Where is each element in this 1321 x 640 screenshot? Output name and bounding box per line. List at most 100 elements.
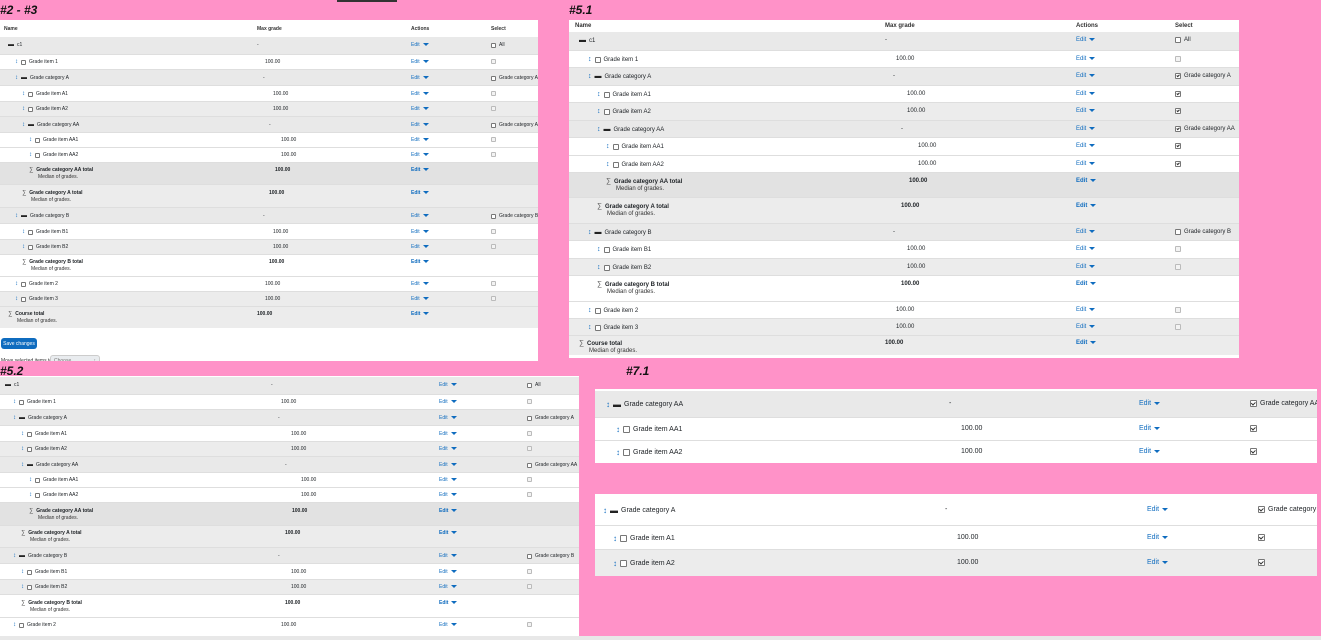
select-checkbox[interactable]: All: [527, 382, 541, 388]
edit-menu-button[interactable]: Edit: [439, 569, 457, 575]
select-checkbox[interactable]: [1258, 534, 1265, 541]
edit-menu-button[interactable]: Edit: [439, 415, 457, 421]
edit-menu-button[interactable]: Edit: [411, 91, 429, 97]
select-checkbox[interactable]: [1250, 425, 1257, 432]
select-checkbox[interactable]: [1175, 108, 1181, 114]
select-checkbox[interactable]: [1258, 559, 1265, 566]
move-handle-icon[interactable]: ↕: [588, 324, 592, 331]
move-handle-icon[interactable]: ↕: [21, 584, 24, 590]
move-handle-icon[interactable]: ↕: [606, 400, 610, 409]
edit-menu-button[interactable]: Edit: [439, 530, 458, 536]
edit-menu-button[interactable]: Edit: [411, 281, 429, 287]
select-checkbox[interactable]: [491, 91, 496, 96]
move-target-select[interactable]: Choose... ↕: [50, 355, 100, 361]
move-handle-icon[interactable]: ↕: [606, 161, 610, 168]
edit-menu-button[interactable]: Edit: [1139, 400, 1161, 407]
edit-menu-button[interactable]: Edit: [411, 137, 429, 143]
move-handle-icon[interactable]: ↕: [21, 569, 24, 575]
edit-menu-button[interactable]: Edit: [1147, 506, 1169, 513]
move-handle-icon[interactable]: ↕: [597, 108, 601, 115]
select-checkbox[interactable]: [527, 431, 532, 436]
select-checkbox[interactable]: [1175, 143, 1181, 149]
move-handle-icon[interactable]: ↕: [22, 106, 25, 112]
move-handle-icon[interactable]: ↕: [597, 91, 601, 98]
select-checkbox[interactable]: [1175, 161, 1181, 167]
select-checkbox[interactable]: [527, 477, 532, 482]
save-changes-button[interactable]: Save changes: [1, 338, 37, 349]
edit-menu-button[interactable]: Edit: [1139, 425, 1161, 432]
horizontal-scrollbar[interactable]: [0, 636, 1321, 640]
edit-menu-button[interactable]: Edit: [1076, 324, 1096, 330]
move-handle-icon[interactable]: ↕: [588, 229, 592, 236]
edit-menu-button[interactable]: Edit: [1076, 246, 1096, 252]
edit-menu-button[interactable]: Edit: [411, 75, 429, 81]
move-handle-icon[interactable]: ↕: [21, 431, 24, 437]
edit-menu-button[interactable]: Edit: [1076, 281, 1097, 287]
edit-menu-button[interactable]: Edit: [1147, 559, 1169, 566]
edit-menu-button[interactable]: Edit: [439, 584, 457, 590]
edit-menu-button[interactable]: Edit: [411, 229, 429, 235]
move-handle-icon[interactable]: ↕: [15, 281, 18, 287]
move-handle-icon[interactable]: ↕: [15, 59, 18, 65]
edit-menu-button[interactable]: Edit: [439, 399, 457, 405]
move-handle-icon[interactable]: ↕: [15, 213, 18, 219]
edit-menu-button[interactable]: Edit: [1076, 73, 1096, 79]
select-checkbox[interactable]: Grade category B: [1175, 229, 1231, 235]
select-checkbox[interactable]: Grade category A: [491, 75, 538, 81]
edit-menu-button[interactable]: Edit: [411, 244, 429, 250]
edit-menu-button[interactable]: Edit: [439, 462, 457, 468]
edit-menu-button[interactable]: Edit: [1076, 203, 1097, 209]
edit-menu-button[interactable]: Edit: [411, 190, 430, 196]
select-checkbox[interactable]: [1175, 91, 1181, 97]
select-checkbox[interactable]: Grade category A: [1175, 73, 1231, 79]
edit-menu-button[interactable]: Edit: [411, 152, 429, 158]
edit-menu-button[interactable]: Edit: [411, 167, 430, 173]
select-checkbox[interactable]: [491, 244, 496, 249]
edit-menu-button[interactable]: Edit: [1076, 178, 1097, 184]
select-checkbox[interactable]: [491, 229, 496, 234]
edit-menu-button[interactable]: Edit: [439, 446, 457, 452]
edit-menu-button[interactable]: Edit: [411, 311, 430, 317]
move-handle-icon[interactable]: ↕: [597, 246, 601, 253]
edit-menu-button[interactable]: Edit: [1076, 91, 1096, 97]
move-handle-icon[interactable]: ↕: [597, 264, 601, 271]
select-checkbox[interactable]: Grade category A: [527, 415, 574, 421]
select-checkbox[interactable]: [527, 569, 532, 574]
select-checkbox[interactable]: [1175, 307, 1181, 313]
move-handle-icon[interactable]: ↕: [21, 446, 24, 452]
select-checkbox[interactable]: [1175, 246, 1181, 252]
move-handle-icon[interactable]: ↕: [22, 244, 25, 250]
move-handle-icon[interactable]: ↕: [606, 143, 610, 150]
select-checkbox[interactable]: Grade category AA: [1175, 126, 1235, 132]
select-checkbox[interactable]: [527, 492, 532, 497]
select-checkbox[interactable]: Grade category A: [1258, 506, 1317, 513]
move-handle-icon[interactable]: ↕: [588, 73, 592, 80]
edit-menu-button[interactable]: Edit: [1147, 534, 1169, 541]
move-handle-icon[interactable]: ↕: [21, 462, 24, 468]
edit-menu-button[interactable]: Edit: [1076, 307, 1096, 313]
select-checkbox[interactable]: Grade category B: [491, 213, 538, 219]
edit-menu-button[interactable]: Edit: [439, 382, 457, 388]
edit-menu-button[interactable]: Edit: [411, 259, 430, 265]
select-checkbox[interactable]: Grade category AA: [1250, 400, 1317, 407]
select-checkbox[interactable]: All: [491, 42, 505, 48]
edit-menu-button[interactable]: Edit: [439, 553, 457, 559]
move-handle-icon[interactable]: ↕: [13, 622, 16, 628]
select-checkbox[interactable]: Grade category AA: [491, 122, 538, 128]
edit-menu-button[interactable]: Edit: [411, 296, 429, 302]
move-handle-icon[interactable]: ↕: [22, 229, 25, 235]
select-checkbox[interactable]: [1175, 264, 1181, 270]
select-checkbox[interactable]: [1175, 324, 1181, 330]
edit-menu-button[interactable]: Edit: [1076, 229, 1096, 235]
select-checkbox[interactable]: [491, 152, 496, 157]
edit-menu-button[interactable]: Edit: [439, 477, 457, 483]
move-handle-icon[interactable]: ↕: [29, 152, 32, 158]
edit-menu-button[interactable]: Edit: [1076, 143, 1096, 149]
move-handle-icon[interactable]: ↕: [15, 296, 18, 302]
edit-menu-button[interactable]: Edit: [1076, 108, 1096, 114]
move-handle-icon[interactable]: ↕: [603, 506, 607, 515]
select-checkbox[interactable]: [491, 296, 496, 301]
select-checkbox[interactable]: [527, 584, 532, 589]
select-checkbox[interactable]: [491, 59, 496, 64]
select-checkbox[interactable]: [1250, 448, 1257, 455]
